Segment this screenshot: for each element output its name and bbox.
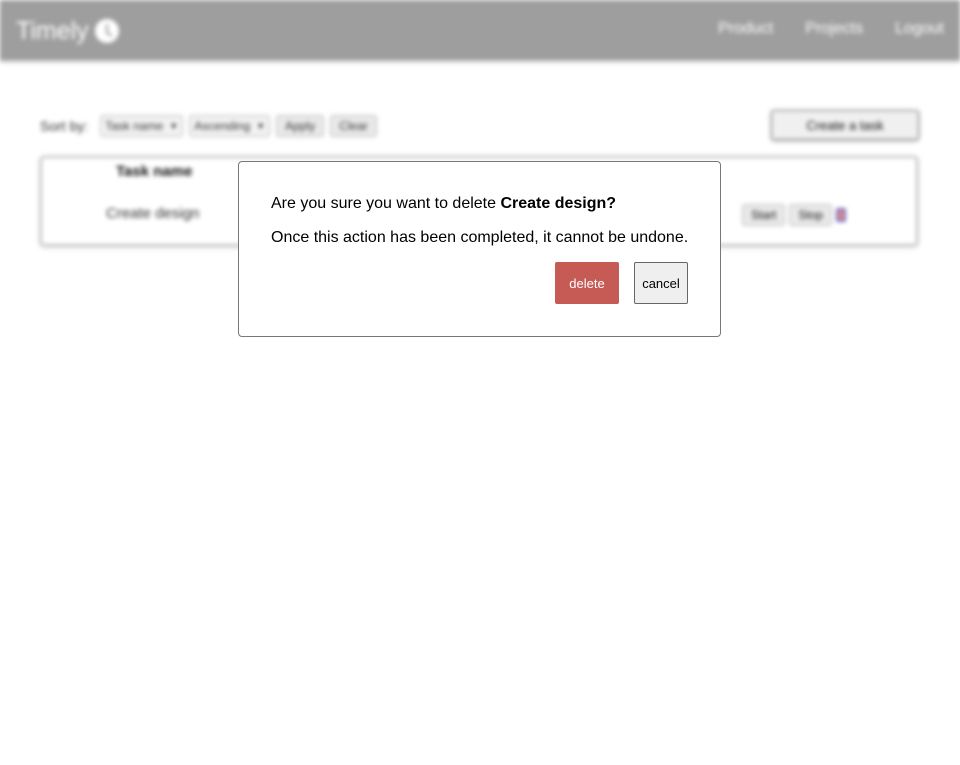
nav-logout-link[interactable]: Logout — [895, 20, 944, 38]
sort-label: Sort by: — [40, 118, 89, 134]
apply-button[interactable]: Apply — [276, 115, 325, 137]
sort-field-select[interactable]: Task name ▼ — [100, 115, 184, 137]
nav-product-link[interactable]: Product — [718, 20, 773, 38]
nav-links: Product Projects Logout — [718, 20, 944, 38]
create-task-button[interactable]: Create a task — [771, 110, 919, 140]
trash-icon[interactable] — [836, 208, 847, 222]
dialog-task-name: Create design? — [500, 195, 617, 212]
clock-icon — [94, 19, 119, 43]
sort-toolbar: Sort by: Task name ▼ Ascending ▼ Apply C… — [40, 114, 377, 138]
sort-order-select[interactable]: Ascending ▼ — [189, 115, 271, 137]
task-name-cell: Create design — [106, 205, 200, 222]
dialog-warning: Once this action has been completed, it … — [271, 229, 689, 246]
start-button[interactable]: Start — [742, 204, 786, 226]
task-name-header: Task name — [116, 163, 193, 180]
sort-field-value: Task name — [105, 119, 164, 133]
chevron-down-icon: ▼ — [169, 121, 179, 131]
top-navbar: Timely Product Projects Logout — [0, 0, 960, 60]
brand-logo[interactable]: Timely — [16, 14, 119, 48]
delete-confirmation-dialog: Are you sure you want to delete Create d… — [238, 161, 721, 337]
app-background: Timely Product Projects Logout Sort by: … — [0, 0, 960, 765]
clear-button[interactable]: Clear — [330, 115, 377, 137]
dialog-question: Are you sure you want to delete Create d… — [271, 195, 616, 213]
delete-button[interactable]: delete — [555, 262, 619, 304]
brand-name: Timely — [16, 16, 89, 45]
sort-order-value: Ascending — [194, 119, 251, 133]
cancel-button[interactable]: cancel — [634, 262, 688, 304]
stop-button[interactable]: Stop — [789, 204, 833, 226]
chevron-down-icon: ▼ — [256, 121, 266, 131]
row-actions: Start Stop — [742, 204, 847, 226]
dialog-question-prefix: Are you sure you want to delete — [271, 195, 501, 212]
nav-projects-link[interactable]: Projects — [805, 20, 863, 38]
